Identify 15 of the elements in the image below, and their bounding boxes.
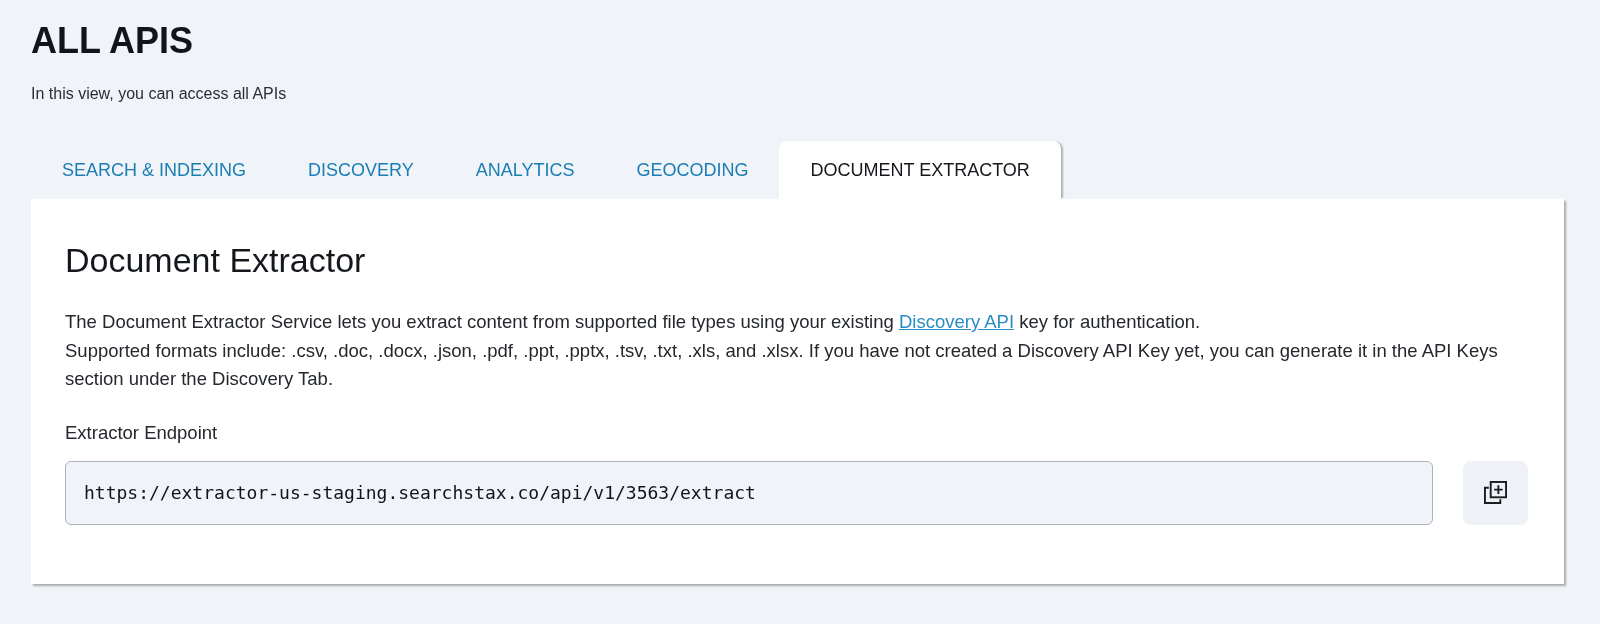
endpoint-field[interactable]: https://extractor-us-staging.searchstax.co/api/v1/3563/extract — [65, 460, 1433, 525]
tab[interactable]: SEARCH & INDEXING — [31, 141, 278, 199]
stacked-squares-plus-icon — [1484, 481, 1507, 505]
tab[interactable]: GEOCODING — [605, 141, 780, 199]
page-subtitle: In this view, you can access all APIs — [31, 84, 288, 104]
copy-button[interactable] — [1463, 460, 1528, 525]
panel-heading: Document Extractor — [65, 240, 367, 281]
description-text: The Document Extractor Service lets you extract content from supported file types using your existing Discovery API key for authentication. — [65, 310, 1202, 334]
page-title: ALL APIS — [31, 19, 195, 63]
tab[interactable]: ANALYTICS — [444, 141, 606, 199]
tab[interactable]: DOCUMENT EXTRACTOR — [779, 141, 1061, 199]
tab[interactable]: DISCOVERY — [277, 141, 445, 199]
formats-text: Supported formats include: .csv, .doc, .docx, .json, .pdf, .ppt, .pptx, .tsv, .txt, .xls, and .xlsx. If you have not created a Discovery API Key yet, you can generate it in the API Keys section under the Discovery Tab. — [65, 338, 1499, 392]
discovery-api-link[interactable]: Discovery API — [898, 311, 1015, 332]
endpoint-label: Extractor Endpoint — [65, 420, 219, 445]
